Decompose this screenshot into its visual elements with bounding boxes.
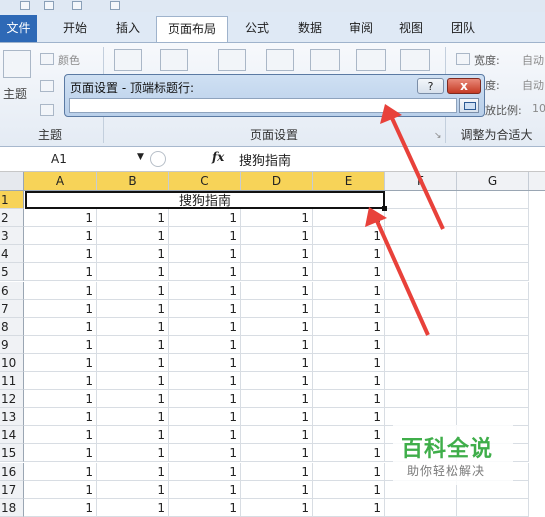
watermark-logo: 百科全说 助你轻松解决 bbox=[393, 425, 513, 485]
arrow-to-dialog-line bbox=[390, 117, 445, 230]
watermark-subtitle: 助你轻松解决 bbox=[407, 464, 486, 478]
arrow-to-title-line bbox=[375, 220, 430, 336]
watermark-title: 百科全说 bbox=[401, 437, 494, 462]
arrow-to-dialog-head bbox=[380, 104, 402, 124]
arrow-to-title-head bbox=[365, 207, 387, 227]
